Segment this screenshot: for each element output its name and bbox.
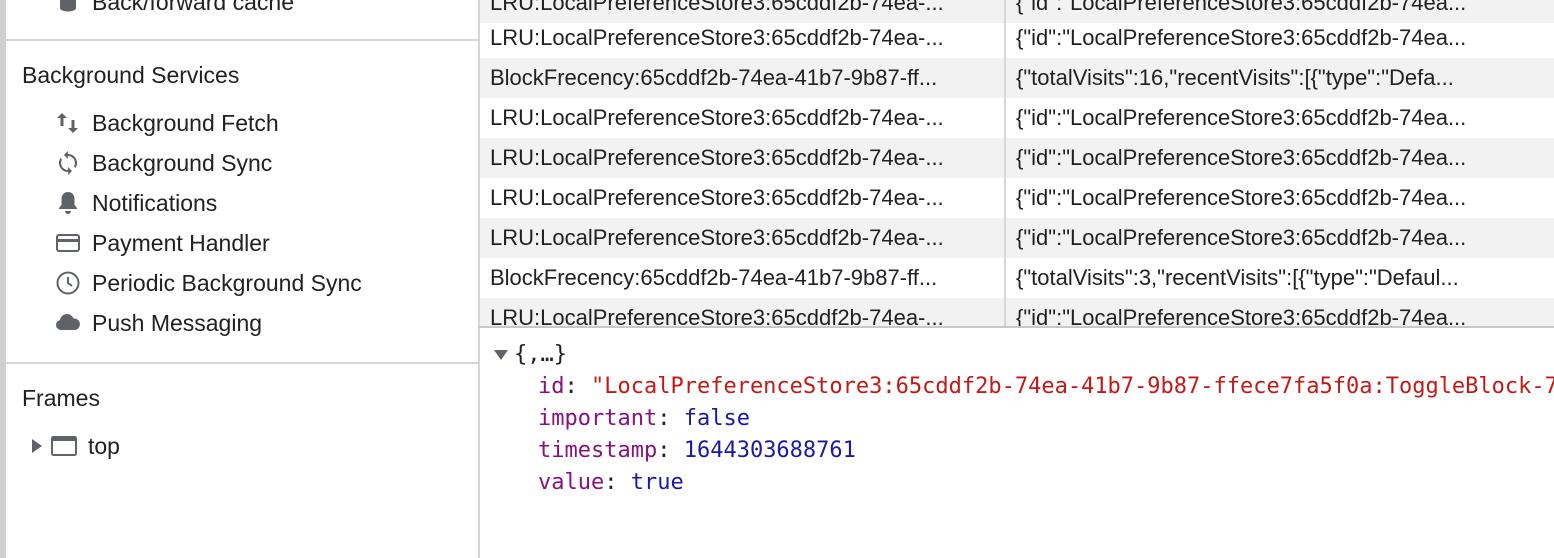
clock-icon <box>52 269 84 297</box>
application-sidebar: Back/forward cache Background Services B… <box>0 0 478 558</box>
sidebar-item-payment-handler[interactable]: Payment Handler <box>52 226 270 260</box>
expand-triangle-icon[interactable] <box>32 439 42 453</box>
card-icon <box>52 229 84 257</box>
preview-field-important: important: false <box>538 406 750 431</box>
sidebar-item-label: Background Sync <box>92 149 273 176</box>
key-cell: BlockFrecency:65cddf2b-74ea-41b7-9b87-ff… <box>480 258 1006 298</box>
preview-key: timestamp <box>538 438 658 463</box>
table-row[interactable]: LRU:LocalPreferenceStore3:65cddf2b-74ea-… <box>480 138 1554 178</box>
sidebar-item-label: Push Messaging <box>92 309 263 336</box>
sync-icon <box>52 149 84 177</box>
divider <box>6 39 478 41</box>
sidebar-item-frame-top[interactable]: top <box>32 428 120 464</box>
sidebar-item-label: Periodic Background Sync <box>92 269 362 296</box>
up-down-arrows-icon <box>52 109 84 137</box>
table-row[interactable]: LRU:LocalPreferenceStore3:65cddf2b-74ea-… <box>480 218 1554 258</box>
key-cell: LRU:LocalPreferenceStore3:65cddf2b-74ea-… <box>480 218 1006 258</box>
key-cell: LRU:LocalPreferenceStore3:65cddf2b-74ea-… <box>480 298 1006 326</box>
section-heading-background-services: Background Services <box>22 62 240 88</box>
value-cell: {"id":"LocalPreferenceStore3:65cddf2b-74… <box>1016 185 1467 210</box>
sidebar-item-periodic-background-sync[interactable]: Periodic Background Sync <box>52 266 362 300</box>
preview-colon: : <box>657 438 684 463</box>
sidebar-item-label: Back/forward cache <box>92 0 294 15</box>
database-icon <box>52 0 84 16</box>
preview-colon: : <box>657 406 684 431</box>
table-row[interactable]: BlockFrecency:65cddf2b-74ea-41b7-9b87-ff… <box>480 258 1554 298</box>
key-cell: LRU:LocalPreferenceStore3:65cddf2b-74ea-… <box>480 138 1006 178</box>
value-cell: {"id":"LocalPreferenceStore3:65cddf2b-74… <box>1016 305 1467 326</box>
section-heading-frames: Frames <box>22 385 100 411</box>
value-cell: {"totalVisits":16,"recentVisits":[{"type… <box>1016 65 1454 90</box>
preview-value: 1644303688761 <box>683 438 856 463</box>
table-row[interactable]: LRU:LocalPreferenceStore3:65cddf2b-74ea-… <box>480 298 1554 326</box>
table-row[interactable]: LRU:LocalPreferenceStore3:65cddf2b-74ea-… <box>480 178 1554 218</box>
preview-value: false <box>683 406 750 431</box>
sidebar-item-background-fetch[interactable]: Background Fetch <box>52 106 279 140</box>
preview-key: important <box>538 406 658 431</box>
sidebar-item-notifications[interactable]: Notifications <box>52 186 217 220</box>
value-cell: {"id":"LocalPreferenceStore3:65cddf2b-74… <box>1016 225 1467 250</box>
preview-field-value: value: true <box>538 470 684 495</box>
table-row[interactable]: LRU:LocalPreferenceStore3:65cddf2b-74ea-… <box>480 98 1554 138</box>
preview-field-id: id: "LocalPreferenceStore3:65cddf2b-74ea… <box>538 374 1554 399</box>
sidebar-item-background-sync[interactable]: Background Sync <box>52 146 272 180</box>
value-cell: {"id":"LocalPreferenceStore3:65cddf2b-74… <box>1016 25 1467 50</box>
preview-key: value <box>538 470 605 495</box>
key-cell: LRU:LocalPreferenceStore3:65cddf2b-74ea-… <box>480 98 1006 138</box>
preview-value: "LocalPreferenceStore3:65cddf2b-74ea-41b… <box>591 374 1554 399</box>
bell-icon <box>52 189 84 217</box>
sidebar-item-back-forward-cache[interactable]: Back/forward cache <box>52 0 294 19</box>
sidebar-item-label: Notifications <box>92 189 218 216</box>
preview-colon: : <box>604 470 631 495</box>
table-row[interactable]: LRU:LocalPreferenceStore3:65cddf2b-74ea-… <box>480 18 1554 58</box>
preview-colon: : <box>564 374 591 399</box>
table-row[interactable]: BlockFrecency:65cddf2b-74ea-41b7-9b87-ff… <box>480 58 1554 98</box>
preview-value: true <box>630 470 684 495</box>
key-cell: LRU:LocalPreferenceStore3:65cddf2b-74ea-… <box>480 178 1006 218</box>
collapse-triangle-icon[interactable] <box>494 349 508 360</box>
preview-root-label: {,…} <box>514 342 567 367</box>
cloud-icon <box>52 309 84 337</box>
value-cell: {"totalVisits":3,"recentVisits":[{"type"… <box>1016 265 1459 290</box>
sidebar-item-push-messaging[interactable]: Push Messaging <box>52 306 262 340</box>
value-preview-pane: {,…} id: "LocalPreferenceStore3:65cddf2b… <box>478 328 1554 558</box>
value-cell: {"id":"LocalPreferenceStore3:65cddf2b-74… <box>1016 145 1467 170</box>
value-cell: {"id":"LocalPreferenceStore3:65cddf2b-74… <box>1016 105 1467 130</box>
divider <box>6 362 478 364</box>
sidebar-item-label: top <box>88 432 120 459</box>
sidebar-item-label: Background Fetch <box>92 109 279 136</box>
storage-table: LRU:LocalPreferenceStore3:65cddf2b-74ea-… <box>478 0 1554 326</box>
preview-key: id <box>538 374 565 399</box>
key-cell: BlockFrecency:65cddf2b-74ea-41b7-9b87-ff… <box>480 58 1006 98</box>
key-cell: LRU:LocalPreferenceStore3:65cddf2b-74ea-… <box>480 18 1006 58</box>
sidebar-item-label: Payment Handler <box>92 229 270 256</box>
preview-field-timestamp: timestamp: 1644303688761 <box>538 438 856 463</box>
preview-root-toggle[interactable]: {,…} <box>494 342 567 367</box>
window-icon <box>50 433 80 459</box>
